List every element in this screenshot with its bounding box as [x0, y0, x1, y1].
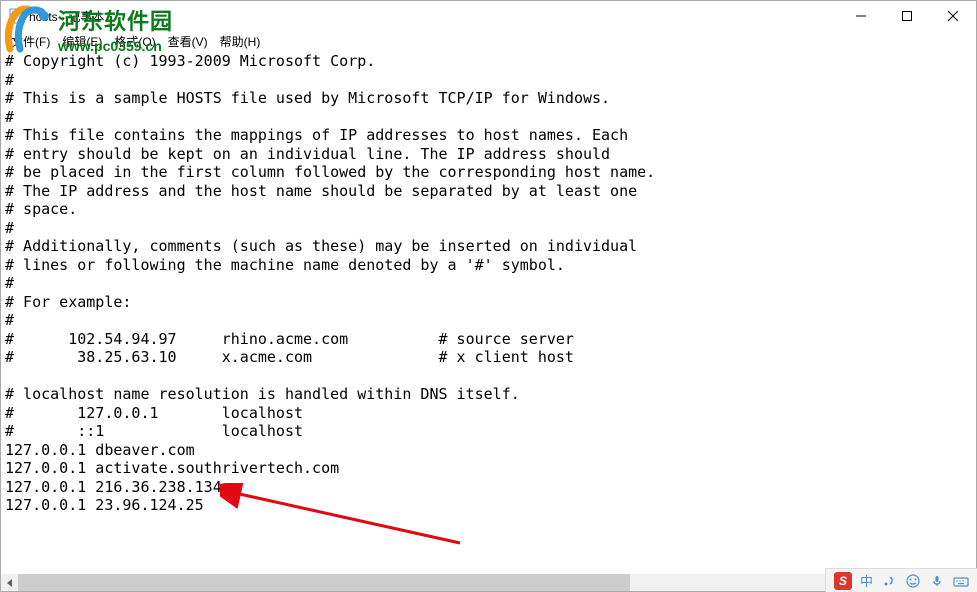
content-area: # Copyright (c) 1993-2009 Microsoft Corp… [1, 51, 976, 591]
minimize-button[interactable] [838, 1, 884, 31]
titlebar: hosts - 记事本 [1, 1, 976, 31]
ime-sogou-icon[interactable]: S [834, 572, 852, 590]
menu-edit[interactable]: 编辑(E) [56, 31, 108, 52]
ime-voice-icon[interactable] [929, 573, 945, 589]
ime-emoji-icon[interactable] [905, 573, 921, 589]
ime-keyboard-icon[interactable] [953, 573, 969, 589]
window-title: hosts - 记事本 [29, 8, 104, 25]
close-button[interactable] [930, 1, 976, 31]
notepad-window: hosts - 记事本 文件(F) 编辑(E) 格式(O) 查看(V) 帮助(H… [0, 0, 977, 592]
text-content[interactable]: # Copyright (c) 1993-2009 Microsoft Corp… [1, 51, 976, 574]
scrollbar-thumb[interactable] [18, 574, 630, 591]
maximize-button[interactable] [884, 1, 930, 31]
menu-help[interactable]: 帮助(H) [214, 31, 267, 52]
scrollbar-track[interactable] [18, 574, 959, 591]
menu-file[interactable]: 文件(F) [5, 31, 56, 52]
window-controls [838, 1, 976, 31]
menubar: 文件(F) 编辑(E) 格式(O) 查看(V) 帮助(H) [1, 31, 976, 51]
scroll-left-button[interactable] [1, 574, 18, 591]
menu-view[interactable]: 查看(V) [162, 31, 214, 52]
notepad-icon [9, 8, 23, 24]
ime-punct-icon[interactable] [881, 573, 897, 589]
titlebar-left: hosts - 记事本 [9, 8, 104, 25]
menu-format[interactable]: 格式(O) [108, 31, 161, 52]
ime-lang-indicator[interactable]: 中 [860, 571, 873, 590]
system-tray: S 中 [825, 568, 977, 592]
